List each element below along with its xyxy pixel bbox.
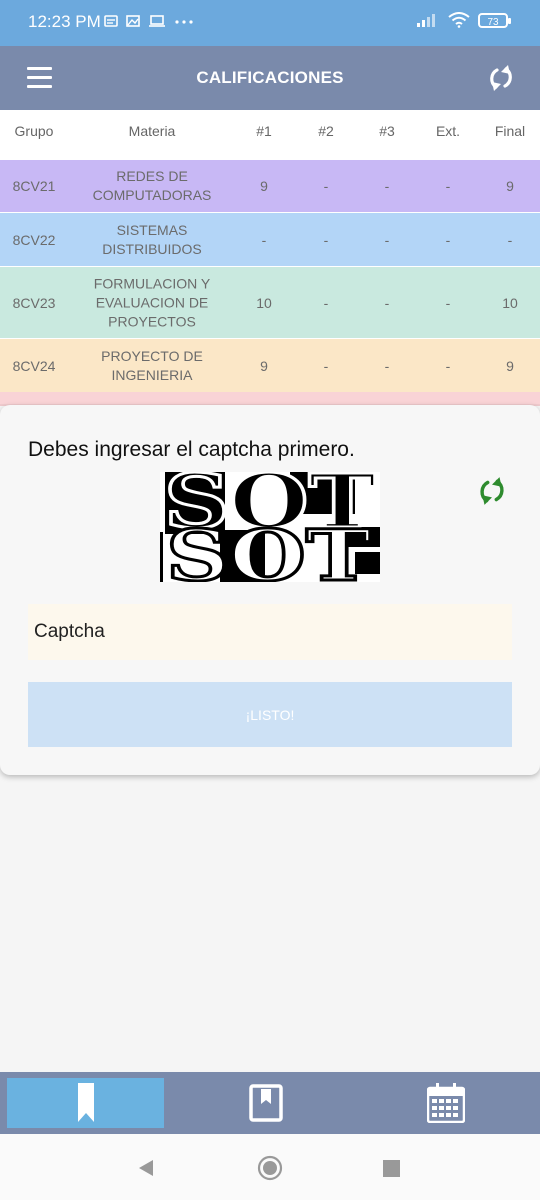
cell-parcial-3: - — [384, 178, 390, 194]
cell-parcial-3: - — [384, 357, 390, 374]
calendar-icon — [426, 1083, 465, 1123]
message-icon — [104, 15, 118, 27]
cell-materia: SISTEMAS DISTRIBUIDOS — [102, 221, 202, 257]
table-row[interactable]: 8CV24 PROYECTO DE INGENIERIA 9 - - - 9 — [0, 339, 540, 392]
cell-grupo: 8CV22 — [12, 231, 56, 248]
column-header-ext: Ext. — [435, 123, 461, 139]
cell-parcial-2: - — [323, 294, 329, 311]
cell-parcial-2: - — [323, 357, 329, 374]
captcha-dialog: Debes ingresar el captcha primero. SOT S… — [0, 405, 540, 775]
cell-parcial-2: - — [323, 231, 329, 248]
dialog-message: Debes ingresar el captcha primero. — [28, 438, 355, 461]
recents-icon[interactable] — [383, 1160, 400, 1177]
tab-horario[interactable] — [367, 1078, 524, 1128]
bottom-nav — [0, 1072, 540, 1134]
table-row[interactable]: 8CV23 FORMULACION Y EVALUACION DE PROYECT… — [0, 267, 540, 338]
cell-final: - — [507, 231, 513, 248]
column-header-final: Final — [494, 123, 526, 139]
back-icon[interactable] — [137, 1159, 155, 1177]
cell-materia: FORMULACION Y EVALUACION DE PROYECTOS — [93, 275, 211, 329]
cell-parcial-1: - — [261, 231, 267, 248]
cell-grupo: 8CV23 — [12, 294, 56, 311]
cell-materia: PROYECTO DE INGENIERIA — [101, 347, 203, 383]
cell-extra: - — [445, 294, 451, 311]
status-time: 12:23 PM — [28, 12, 101, 31]
table-header: Grupo Materia #1 #2 #3 Ext. Final — [0, 110, 540, 158]
app-bar: CALIFICACIONES — [0, 46, 540, 110]
tab-materias[interactable] — [187, 1078, 344, 1128]
battery-icon: 73 — [478, 12, 511, 28]
cell-parcial-1: 10 — [256, 294, 272, 311]
refresh-icon[interactable] — [487, 64, 515, 92]
book-icon — [248, 1084, 283, 1122]
cell-final: 9 — [506, 178, 514, 194]
column-header-3: #3 — [379, 123, 395, 139]
captcha-image: SOT SOT — [160, 472, 380, 582]
svg-text:SOT: SOT — [166, 514, 371, 582]
column-header-grupo: Grupo — [14, 123, 54, 139]
home-icon[interactable] — [257, 1155, 283, 1181]
image-icon — [126, 15, 140, 27]
cell-parcial-3: - — [384, 294, 390, 311]
cell-parcial-3: - — [384, 231, 390, 248]
cell-parcial-2: - — [323, 178, 329, 194]
laptop-icon — [149, 15, 165, 27]
page-title: CALIFICACIONES — [196, 68, 344, 87]
table-row[interactable]: 8CV21 REDES DE COMPUTADORAS 9 - - - 9 — [0, 160, 540, 212]
cell-extra: - — [445, 231, 451, 248]
reload-captcha-icon[interactable] — [477, 476, 507, 506]
wifi-icon — [448, 12, 470, 28]
bookmark-icon — [77, 1083, 94, 1122]
notification-icons — [104, 14, 194, 28]
cell-final: 10 — [502, 294, 518, 311]
more-icon — [175, 20, 193, 24]
cell-materia: REDES DE COMPUTADORAS — [92, 168, 212, 203]
signal-icon — [417, 14, 435, 27]
listo-button[interactable]: ¡LISTO! — [28, 682, 512, 747]
system-nav-bar — [0, 1134, 540, 1200]
column-header-2: #2 — [318, 123, 334, 139]
captcha-input[interactable] — [28, 604, 512, 660]
table-row[interactable]: 8CV22 SISTEMAS DISTRIBUIDOS - - - - - — [0, 213, 540, 266]
column-header-materia: Materia — [128, 123, 176, 139]
cell-parcial-1: 9 — [260, 178, 268, 194]
cell-extra: - — [445, 178, 451, 194]
cell-grupo: 8CV21 — [12, 178, 56, 194]
cell-final: 9 — [506, 357, 514, 374]
status-right: 73 — [416, 12, 511, 28]
column-header-1: #1 — [256, 123, 272, 139]
status-bar: 12:23 PM 73 — [0, 0, 540, 46]
cell-parcial-1: 9 — [260, 357, 268, 374]
cell-extra: - — [445, 357, 451, 374]
tab-calificaciones[interactable] — [7, 1078, 164, 1128]
cell-grupo: 8CV24 — [12, 357, 56, 374]
